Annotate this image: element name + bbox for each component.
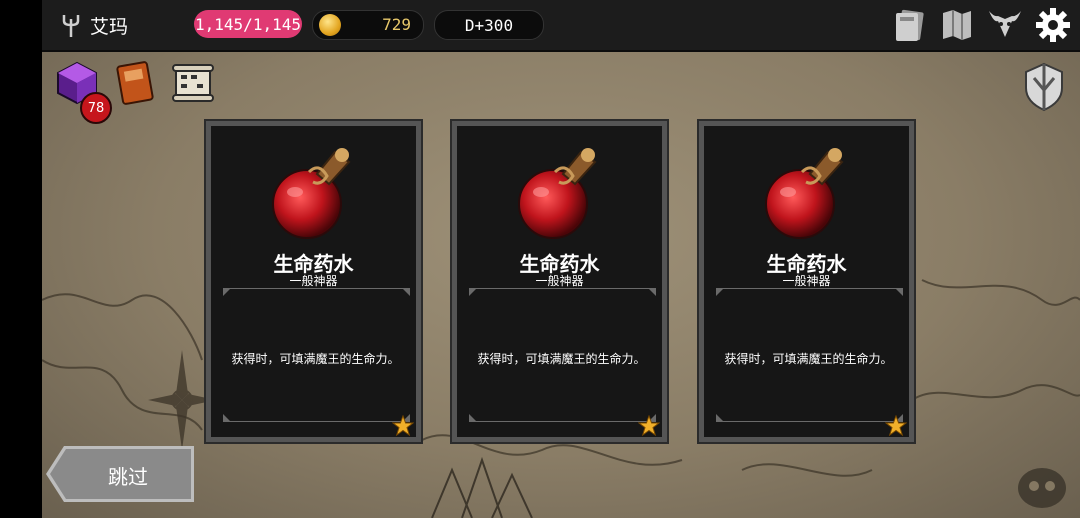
skip-button[interactable]: 跳过 [46,446,194,502]
artifact-card[interactable]: 生命药水 一般神器 获得时，可填满魔王的生命力。 [697,119,916,444]
artifact-card[interactable]: 生命药水 一般神器 获得时，可填满魔王的生命力。 [450,119,669,444]
card-inner: 生命药水 一般神器 获得时，可填满魔王的生命力。 [457,126,662,437]
potion-icon [764,148,843,239]
gold-value: 729 [382,15,411,34]
shield-icon[interactable] [1020,60,1068,112]
gear-icon[interactable] [1034,7,1072,43]
cube-count-badge: 78 [80,92,112,124]
card-rarity: 一般神器 [535,274,584,288]
demon-head-icon[interactable] [986,7,1024,43]
star-icon [392,415,414,437]
skip-label: 跳过 [108,465,148,489]
card-inner: 生命药水 一般神器 获得时，可填满魔王的生命力。 [704,126,909,437]
trident-icon [62,15,80,37]
scroll-icon[interactable] [170,60,216,106]
card-description-box: 获得时，可填满魔王的生命力。 [716,288,903,422]
star-icon [885,415,907,437]
map-icon[interactable] [938,7,976,43]
potion-icon [517,148,596,239]
gold-counter: 729 [312,10,424,40]
card-icon[interactable] [890,7,928,43]
player-info: 艾玛 [60,10,128,40]
card-description: 获得时，可填满魔王的生命力。 [477,352,646,366]
book-icon[interactable] [112,60,158,106]
gold-coin-icon [319,14,341,36]
card-description: 获得时，可填满魔王的生命力。 [724,352,893,366]
card-rarity: 一般神器 [782,274,831,288]
star-icon [638,415,660,437]
card-description: 获得时，可填满魔王的生命力。 [231,352,400,366]
top-status-bar: 艾玛 1,145/1,145 729 D+300 [42,0,1080,52]
potion-icon [271,148,350,239]
card-rarity: 一般神器 [289,274,338,288]
day-counter: D+300 [434,10,544,40]
top-menu-icons [890,6,1072,44]
card-description-box: 获得时，可填满魔王的生命力。 [223,288,410,422]
left-edge [0,0,42,518]
player-name: 艾玛 [90,15,129,38]
card-description-box: 获得时，可填满魔王的生命力。 [469,288,656,422]
hp-counter: 1,145/1,145 [194,10,302,38]
item-toolbar [54,60,216,106]
card-inner: 生命药水 一般神器 获得时，可填满魔王的生命力。 [211,126,416,437]
artifact-card[interactable]: 生命药水 一般神器 获得时，可填满魔王的生命力。 [204,119,423,444]
